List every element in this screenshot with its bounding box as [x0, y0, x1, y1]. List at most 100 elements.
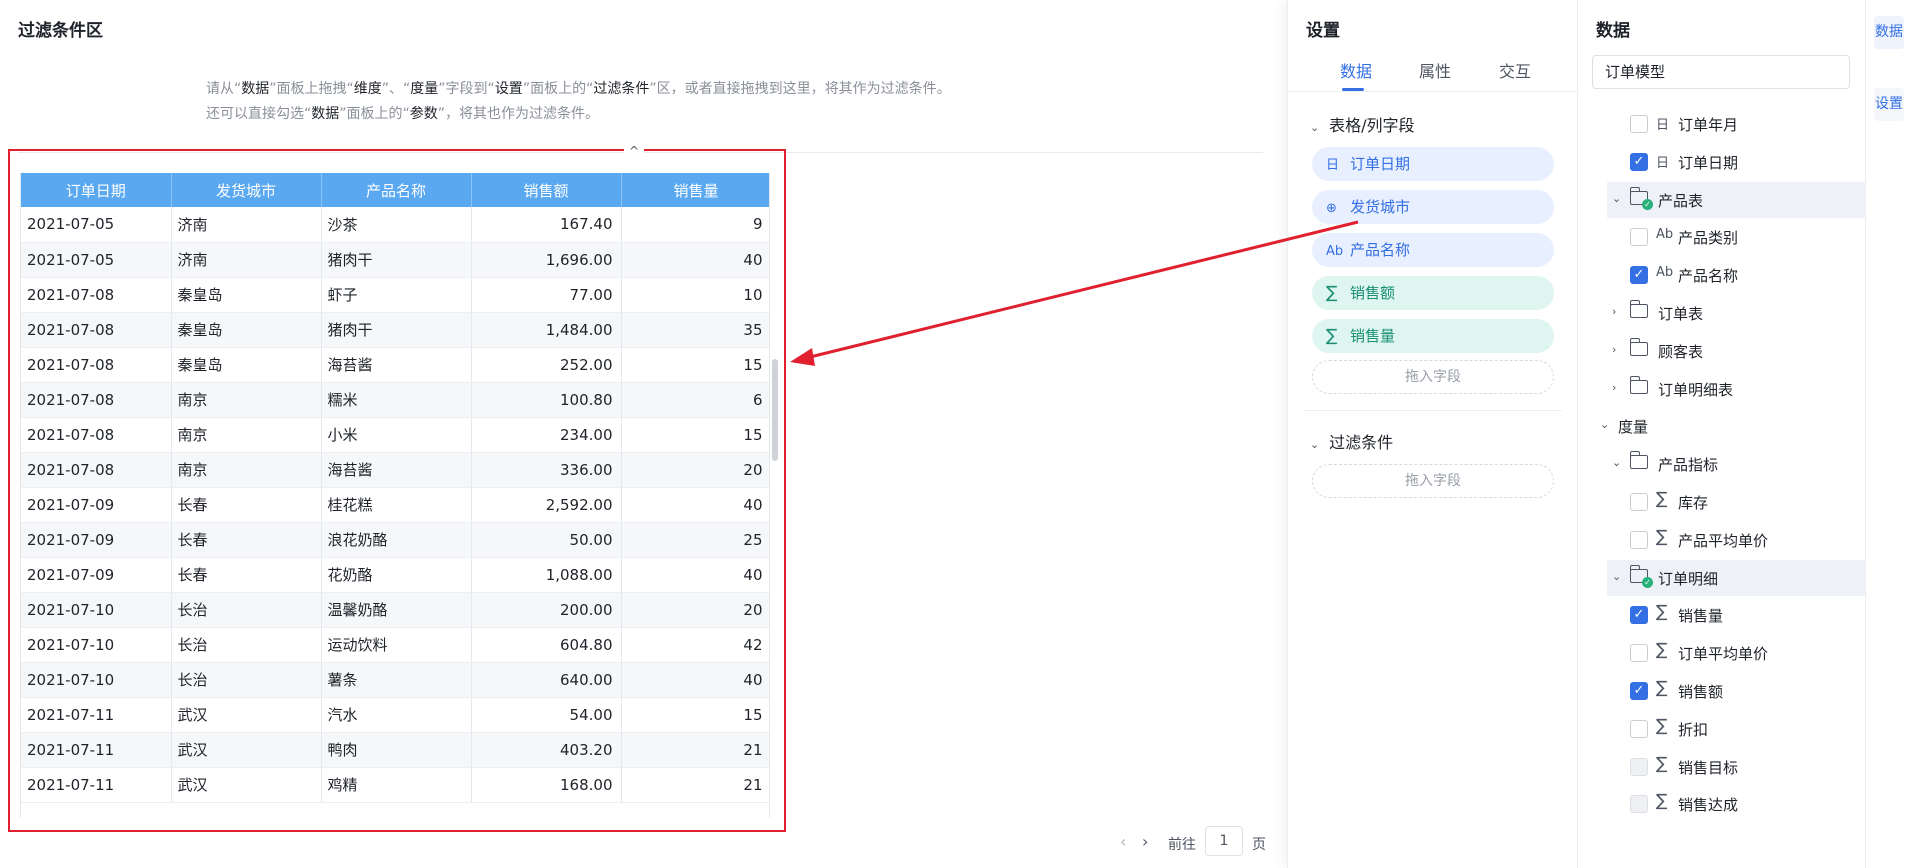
next-page-button[interactable]: › — [1142, 832, 1148, 860]
model-select[interactable]: 订单模型 — [1592, 55, 1850, 89]
collapse-chevron-icon[interactable]: ^ — [624, 145, 644, 159]
column-header[interactable]: 产品名称 — [321, 173, 472, 207]
tree-field[interactable]: ∑ 销售目标 — [1578, 749, 1865, 785]
tree-folder[interactable]: › 订单明细表 — [1578, 371, 1865, 407]
column-header[interactable]: 销售额 — [471, 173, 622, 207]
table-cell: 35 — [621, 312, 769, 348]
rail-tab-settings[interactable]: 设置 — [1874, 88, 1904, 121]
filter-drop-zone[interactable]: 拖入字段 — [1312, 464, 1554, 498]
tree-group[interactable]: ⌄ 度量 — [1578, 408, 1865, 444]
rail-tab-data[interactable]: 数据 — [1874, 16, 1904, 49]
tab-data[interactable]: 数据 — [1340, 58, 1372, 82]
table-cell: 10 — [621, 277, 769, 313]
field-pill-label: 订单日期 — [1350, 155, 1411, 173]
field-pill[interactable]: 日订单日期 — [1312, 147, 1554, 181]
table-cell: 336.00 — [471, 452, 622, 488]
field-checkbox[interactable] — [1630, 115, 1648, 133]
table-cell: 济南 — [171, 207, 322, 243]
table-row[interactable]: 2021-07-08 南京 小米 234.00 15 — [21, 417, 769, 453]
prev-page-button[interactable]: ‹ — [1120, 832, 1126, 860]
table-cell: 1,088.00 — [471, 557, 622, 593]
field-pill[interactable]: ∑ 销售额 — [1312, 276, 1554, 310]
tree-field[interactable]: ∑ 销售达成 — [1578, 786, 1865, 822]
tree-label: 折扣 — [1678, 720, 1709, 739]
table-row[interactable]: 2021-07-05 济南 沙茶 167.40 9 — [21, 207, 769, 243]
table-scrollbar[interactable] — [772, 359, 778, 461]
table-row[interactable]: 2021-07-05 济南 猪肉干 1,696.00 40 — [21, 242, 769, 278]
page-title: 过滤条件区 — [18, 21, 103, 41]
field-checkbox[interactable] — [1630, 228, 1648, 247]
tree-folder[interactable]: ⌄ ✓ 产品表 — [1607, 181, 1865, 218]
field-checkbox[interactable]: ✓ — [1630, 266, 1648, 285]
table-cell: 糯米 — [321, 382, 472, 418]
table-row[interactable]: 2021-07-08 秦皇岛 海苔酱 252.00 15 — [21, 347, 769, 383]
table-row[interactable]: 2021-07-08 南京 海苔酱 336.00 20 — [21, 452, 769, 488]
field-checkbox[interactable]: ✓ — [1630, 152, 1648, 171]
section-filter[interactable]: ⌄ 过滤条件 — [1310, 429, 1393, 453]
table-row[interactable]: 2021-07-11 武汉 鸭肉 403.20 21 — [21, 732, 769, 768]
table-cell: 武汉 — [171, 732, 322, 768]
column-header[interactable]: 订单日期 — [21, 173, 172, 207]
column-header[interactable]: 销售量 — [621, 173, 769, 207]
tree-folder[interactable]: ⌄ ✓ 订单明细 — [1607, 559, 1865, 596]
chevron-down-icon: ⌄ — [1612, 569, 1622, 583]
page-number-input[interactable] — [1205, 826, 1243, 856]
field-pill[interactable]: ⊕ 发货城市 — [1312, 190, 1554, 224]
table-row[interactable]: 2021-07-09 长春 花奶酪 1,088.00 40 — [21, 557, 769, 593]
table-row[interactable]: 2021-07-11 武汉 鸡精 168.00 21 — [21, 767, 769, 803]
table-row[interactable]: 2021-07-11 武汉 汽水 54.00 15 — [21, 697, 769, 733]
tree-field[interactable]: ∑ 折扣 — [1578, 711, 1865, 747]
section-table-fields[interactable]: ⌄ 表格/列字段 — [1310, 112, 1415, 136]
field-checkbox[interactable] — [1630, 719, 1648, 738]
sigma-icon: ∑ — [1656, 640, 1668, 661]
tree-field[interactable]: 日订单年月 — [1578, 106, 1865, 142]
table-row[interactable]: 2021-07-08 秦皇岛 猪肉干 1,484.00 35 — [21, 312, 769, 348]
settings-divider — [1304, 410, 1562, 411]
field-pill[interactable]: Ab 产品名称 — [1312, 233, 1554, 267]
table-row[interactable]: 2021-07-10 长治 运动饮料 604.80 42 — [21, 627, 769, 663]
sigma-icon: ∑ — [1656, 526, 1668, 547]
field-type-icon: 日 — [1326, 158, 1340, 173]
tree-field[interactable]: ✓ Ab 产品名称 — [1578, 257, 1865, 293]
tree-field[interactable]: ∑ 产品平均单价 — [1578, 522, 1865, 558]
field-checkbox[interactable] — [1630, 757, 1648, 776]
field-checkbox[interactable] — [1630, 644, 1648, 663]
table-cell: 2021-07-10 — [21, 627, 172, 663]
table-row[interactable]: 2021-07-08 秦皇岛 虾子 77.00 10 — [21, 277, 769, 313]
table-row[interactable]: 2021-07-10 长治 温馨奶酪 200.00 20 — [21, 592, 769, 628]
table-cell: 21 — [621, 732, 769, 768]
tree-folder[interactable]: › 顾客表 — [1578, 333, 1865, 369]
table-cell: 50.00 — [471, 522, 622, 558]
tab-properties[interactable]: 属性 — [1419, 58, 1451, 82]
table-cell: 2021-07-09 — [21, 557, 172, 593]
tree-field[interactable]: ✓ ∑ 销售额 — [1578, 673, 1865, 709]
field-checkbox[interactable]: ✓ — [1630, 682, 1648, 700]
tree-field[interactable]: ✓ ∑ 销售量 — [1578, 597, 1865, 633]
table-row[interactable]: 2021-07-09 长春 桂花糕 2,592.00 40 — [21, 487, 769, 523]
column-header[interactable]: 发货城市 — [171, 173, 322, 207]
field-checkbox[interactable] — [1630, 795, 1648, 814]
tree-folder[interactable]: ⌄ 产品指标 — [1578, 446, 1865, 482]
settings-panel: 设置 数据 属性 交互 ⌄ 表格/列字段 日订单日期 ⊕ 发货城市 Ab 产品名称 ∑ 销售… — [1287, 0, 1578, 868]
table-cell: 2021-07-08 — [21, 452, 172, 488]
table-cell: 浪花奶酪 — [321, 522, 472, 558]
tree-field[interactable]: ✓ 日订单日期 — [1578, 144, 1865, 180]
tree-field[interactable]: ∑ 订单平均单价 — [1578, 635, 1865, 671]
table-cell: 234.00 — [471, 417, 622, 453]
table-cell: 40 — [621, 242, 769, 278]
table-row[interactable]: 2021-07-09 长春 浪花奶酪 50.00 25 — [21, 522, 769, 558]
tab-interaction[interactable]: 交互 — [1499, 58, 1531, 82]
tree-label: 库存 — [1678, 494, 1709, 512]
table-cell: 15 — [621, 347, 769, 383]
tree-label: 销售目标 — [1678, 758, 1739, 777]
field-pill[interactable]: ∑ 销售量 — [1312, 319, 1554, 353]
field-checkbox[interactable] — [1630, 493, 1648, 511]
table-row[interactable]: 2021-07-08 南京 糯米 100.80 6 — [21, 382, 769, 418]
fields-drop-zone[interactable]: 拖入字段 — [1312, 360, 1554, 394]
field-checkbox[interactable]: ✓ — [1630, 606, 1648, 625]
field-checkbox[interactable] — [1630, 530, 1648, 549]
tree-folder[interactable]: › 订单表 — [1578, 295, 1865, 331]
tree-field[interactable]: ∑ 库存 — [1578, 484, 1865, 520]
table-row[interactable]: 2021-07-10 长治 薯条 640.00 40 — [21, 662, 769, 698]
tree-field[interactable]: Ab 产品类别 — [1578, 219, 1865, 255]
